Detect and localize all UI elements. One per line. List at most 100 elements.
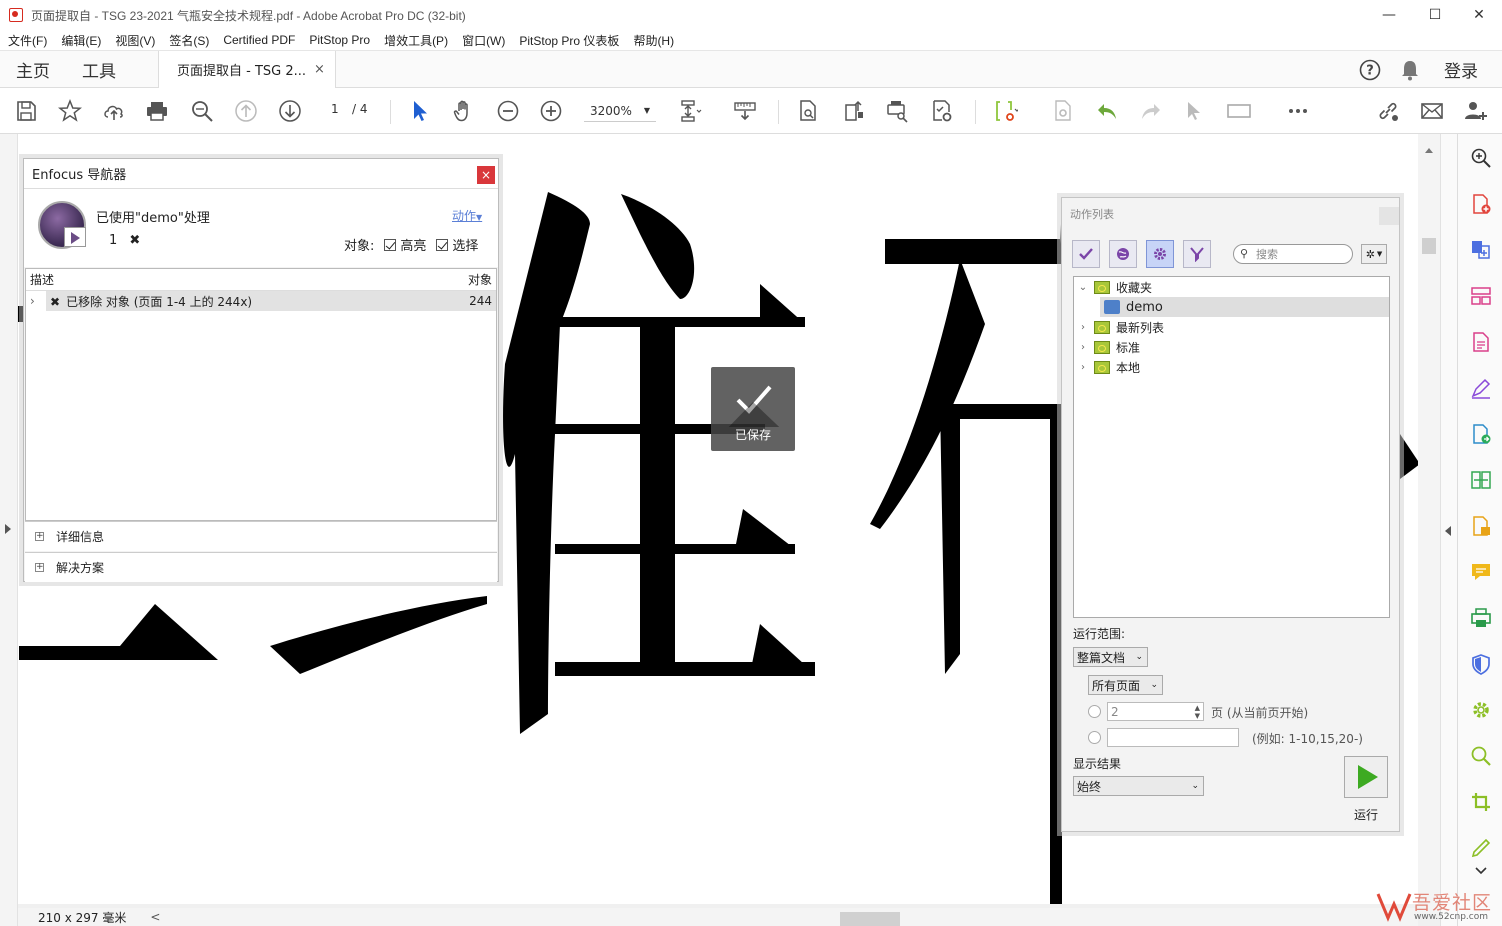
fill-sign-tool[interactable] [1468, 375, 1494, 401]
next-page-button[interactable] [276, 97, 304, 125]
redo-button[interactable] [1137, 97, 1165, 125]
tree-item-standard[interactable]: › 标准 [1076, 337, 1140, 357]
gear-filter-button[interactable] [1146, 240, 1174, 268]
close-window-button[interactable]: ✕ [1456, 0, 1502, 30]
print-button[interactable] [143, 97, 171, 125]
print-production-button[interactable] [883, 97, 911, 125]
crop-tool[interactable] [1468, 789, 1494, 815]
tree-item-demo[interactable]: demo [1100, 297, 1389, 317]
rectangle-tool-button[interactable] [1225, 97, 1253, 125]
share-link-button[interactable] [1374, 97, 1402, 125]
page-count-radio[interactable] [1088, 705, 1101, 718]
page-fit-button[interactable] [676, 97, 704, 125]
menu-pitstop-dashboard[interactable]: PitStop Pro 仪表板 [519, 32, 619, 49]
menu-sign[interactable]: 签名(S) [169, 32, 209, 49]
tab-document[interactable]: 页面提取自 - TSG 2... × [158, 50, 336, 88]
organize-pages-tool[interactable] [1468, 283, 1494, 309]
check-filter-button[interactable] [1072, 240, 1100, 268]
navigator-close-button[interactable]: × [477, 166, 495, 184]
table-row[interactable]: › ✖ 已移除 对象 (页面 1-4 上的 244x) 244 [30, 291, 496, 311]
page-range-input[interactable] [1107, 728, 1239, 747]
funnel-filter-button[interactable] [1183, 240, 1211, 268]
solutions-section[interactable]: + 解决方案 [25, 552, 497, 582]
upload-cloud-button[interactable] [100, 97, 128, 125]
vertical-scrollbar[interactable] [1418, 134, 1440, 914]
tree-item-local[interactable]: › 本地 [1076, 357, 1140, 377]
more-tools-chevron[interactable] [1468, 858, 1494, 884]
tab-home[interactable]: 主页 [0, 51, 66, 88]
export-pdf-tool[interactable] [1468, 421, 1494, 447]
bookmark-star-button[interactable] [56, 97, 84, 125]
notifications-button[interactable] [1390, 59, 1430, 81]
vertical-scroll-thumb[interactable] [1422, 238, 1436, 254]
undo-button[interactable] [1093, 97, 1121, 125]
save-button[interactable] [12, 97, 40, 125]
select-checkbox[interactable] [436, 238, 449, 251]
run-button[interactable] [1344, 756, 1388, 798]
stepper-arrows-icon[interactable]: ▲ ▼ [1195, 704, 1200, 720]
menu-help[interactable]: 帮助(H) [633, 32, 674, 49]
zoom-out-button[interactable] [494, 97, 522, 125]
document-tab-close-button[interactable]: × [314, 62, 325, 77]
menu-view[interactable]: 视图(V) [115, 32, 155, 49]
action-dropdown-link[interactable]: 动作▼ [452, 207, 482, 224]
panel-menu-button[interactable] [1379, 207, 1399, 225]
menu-plugins[interactable]: 增效工具(P) [384, 32, 448, 49]
page-count-stepper[interactable]: 2 ▲ ▼ [1107, 702, 1204, 721]
preflight-button[interactable] [928, 97, 956, 125]
previous-page-button[interactable] [232, 97, 260, 125]
scroll-mode-button[interactable] [731, 97, 759, 125]
add-person-button[interactable] [1462, 97, 1490, 125]
search-tool[interactable] [1468, 743, 1494, 769]
highlight-checkbox[interactable] [384, 238, 397, 251]
pointer-tool-button[interactable] [1181, 97, 1209, 125]
right-panel-collapse[interactable] [1440, 134, 1457, 926]
comment-tool[interactable] [1468, 559, 1494, 585]
page-range-radio[interactable] [1088, 731, 1101, 744]
left-panel-collapse[interactable] [0, 134, 18, 926]
maximize-button[interactable]: ☐ [1412, 0, 1458, 30]
pitstop-inspector-button[interactable] [1049, 97, 1077, 125]
tab-tools[interactable]: 工具 [66, 51, 132, 88]
scope-select[interactable]: 整篇文档 ⌄ [1073, 647, 1148, 667]
menu-window[interactable]: 窗口(W) [462, 32, 505, 49]
menu-file[interactable]: 文件(F) [8, 32, 47, 49]
optimize-tool[interactable] [1468, 697, 1494, 723]
current-page-input[interactable]: 1 [331, 102, 339, 116]
create-pdf-tool[interactable] [1468, 191, 1494, 217]
minimize-button[interactable]: — [1366, 0, 1412, 30]
action-settings-button[interactable]: ✲ ▼ [1361, 244, 1387, 264]
zoom-level-select[interactable]: 3200% ▼ [584, 100, 656, 122]
globe-filter-button[interactable] [1109, 240, 1137, 268]
protect-tool[interactable] [1468, 651, 1494, 677]
expand-row-icon[interactable]: › [30, 294, 35, 308]
more-tools-button[interactable] [1284, 97, 1312, 125]
pages-select[interactable]: 所有页面 ⌄ [1088, 675, 1163, 695]
details-section[interactable]: + 详细信息 [25, 521, 497, 551]
edit-pdf-tool[interactable] [1468, 329, 1494, 355]
compare-files-tool[interactable] [1468, 467, 1494, 493]
horizontal-scroll-thumb[interactable] [840, 912, 900, 926]
menu-edit[interactable]: 编辑(E) [61, 32, 101, 49]
action-search-input[interactable]: ⚲ 搜索 [1233, 244, 1353, 264]
collapse-status-button[interactable]: < [150, 910, 160, 924]
email-button[interactable] [1418, 97, 1446, 125]
comment-file-tool[interactable] [1468, 513, 1494, 539]
print-production-tool[interactable] [1468, 605, 1494, 631]
combine-files-tool[interactable] [1468, 237, 1494, 263]
menu-certified-pdf[interactable]: Certified PDF [223, 33, 295, 47]
hand-tool-button[interactable] [450, 97, 478, 125]
help-button[interactable]: ? [1350, 59, 1390, 81]
tree-item-recent[interactable]: › 最新列表 [1076, 317, 1164, 337]
tree-item-favorites[interactable]: ⌄ 收藏夹 [1076, 277, 1389, 297]
export-pdf-button[interactable] [840, 97, 868, 125]
result-select[interactable]: 始终 ⌄ [1073, 776, 1204, 796]
menu-pitstop-pro[interactable]: PitStop Pro [309, 33, 370, 47]
login-button[interactable]: 登录 [1444, 57, 1478, 82]
zoom-tool-button[interactable] [1468, 145, 1494, 171]
create-pdf-button[interactable] [794, 97, 822, 125]
select-tool-button[interactable] [406, 97, 434, 125]
zoom-in-button[interactable] [537, 97, 565, 125]
pitstop-select-button[interactable] [992, 97, 1020, 125]
find-text-button[interactable] [188, 97, 216, 125]
